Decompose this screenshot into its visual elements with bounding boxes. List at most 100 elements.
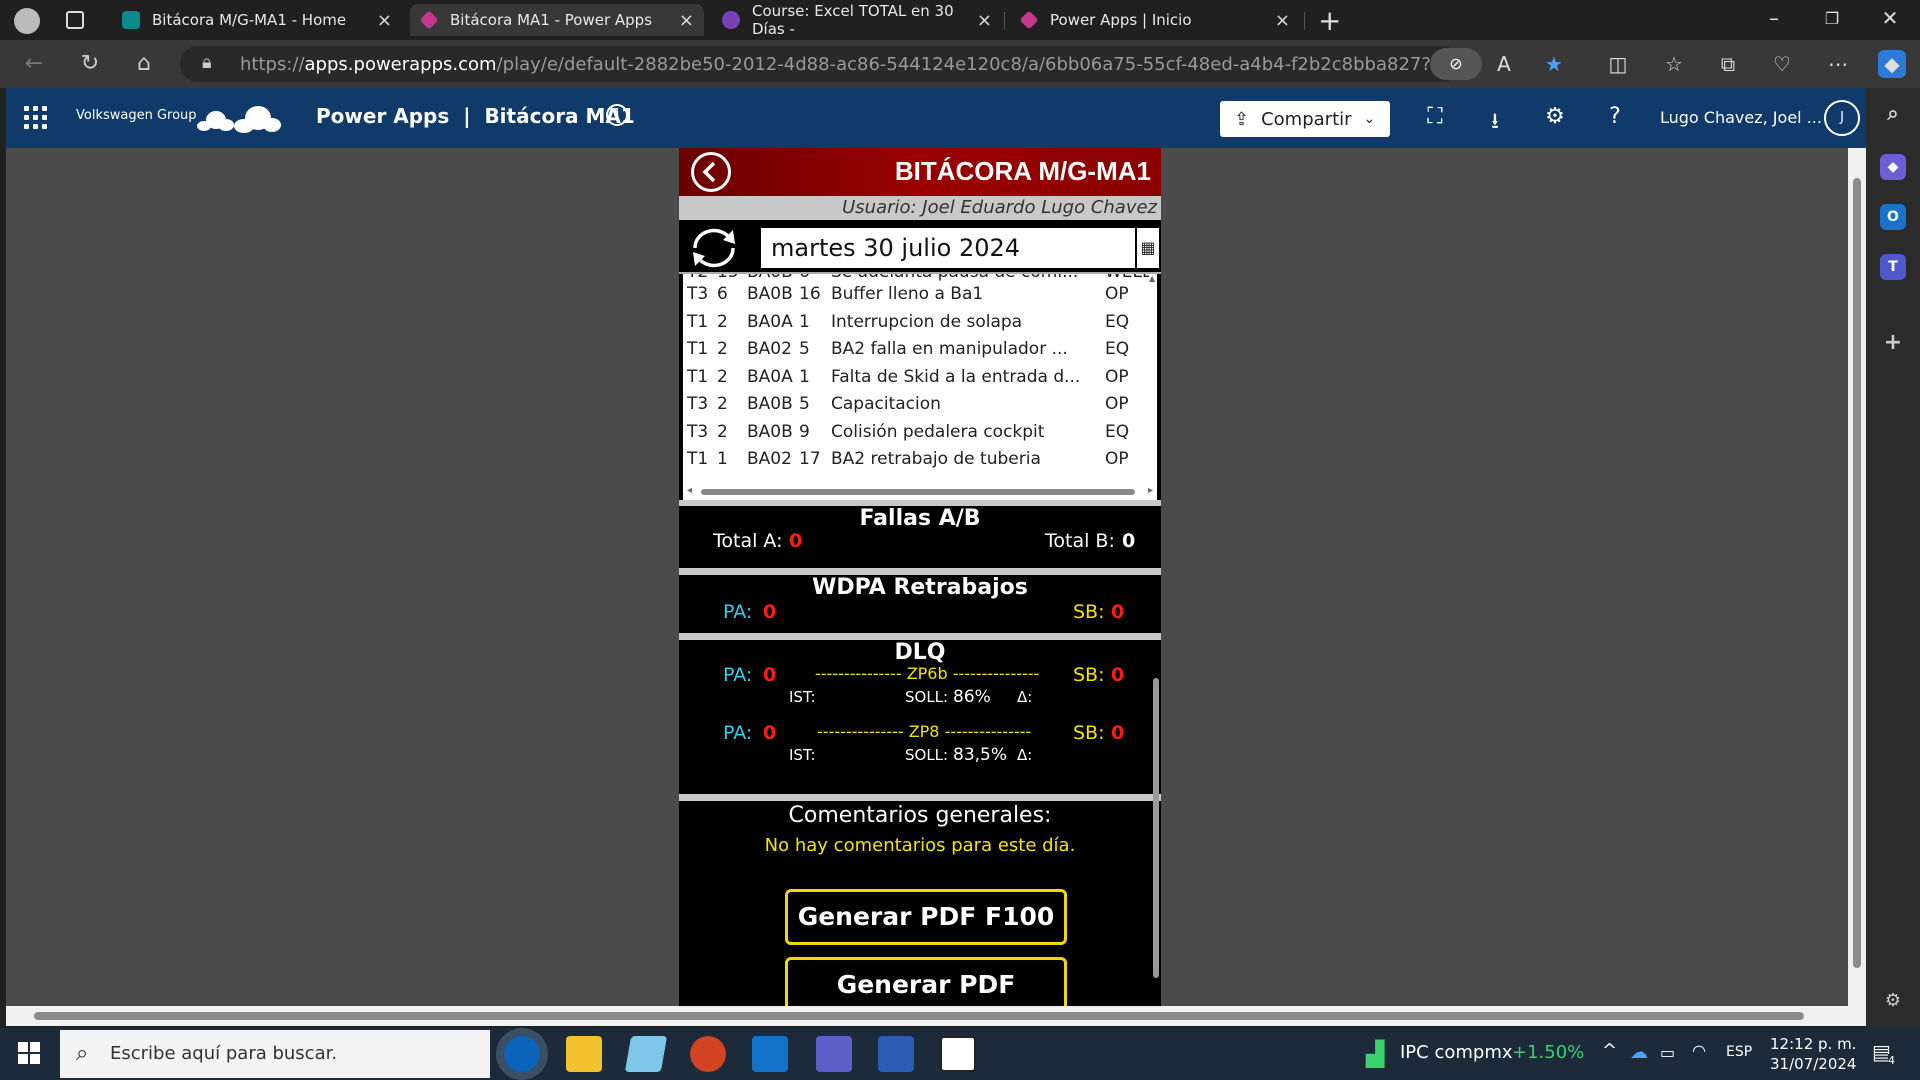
list-item[interactable]: T1 2 BA0A 1 Interrupcion de solapa EQ xyxy=(683,312,1149,339)
teams-icon[interactable]: T xyxy=(1880,254,1906,280)
close-icon[interactable]: × xyxy=(679,10,694,31)
info-icon[interactable]: i xyxy=(606,104,628,126)
search-placeholder: Escribe aquí para buscar. xyxy=(110,1043,338,1064)
divider xyxy=(679,794,1161,801)
list-item[interactable]: T3 2 BA0B 5 Capacitacion OP xyxy=(683,394,1149,421)
scroll-thumb[interactable] xyxy=(701,489,1135,495)
split-screen-icon[interactable]: ◫ xyxy=(1604,50,1632,78)
date-picker-input[interactable]: martes 30 julio 2024 xyxy=(761,228,1135,268)
generate-pdf-bitacora-button[interactable]: Generar PDF Bitácora xyxy=(785,957,1067,1006)
sidebar-settings-icon[interactable]: ⚙ xyxy=(1880,988,1906,1014)
collections-icon[interactable]: ⧉ xyxy=(1714,50,1742,78)
download-icon[interactable]: ⭳ xyxy=(1480,104,1510,142)
tab-bitacora-powerapps[interactable]: Bitácora MA1 - Power Apps × xyxy=(410,4,704,36)
list-item[interactable]: T3 2 BA0B 9 Colisión pedalera cockpit EQ xyxy=(683,422,1149,449)
copilot-icon[interactable]: ◆ xyxy=(1878,50,1906,78)
tab-course-excel[interactable]: Course: Excel TOTAL en 30 Días - × xyxy=(712,2,1002,38)
restore-icon[interactable]: ❐ xyxy=(1812,9,1852,28)
battery-icon[interactable]: ▭ xyxy=(1660,1043,1675,1062)
close-icon[interactable]: × xyxy=(977,10,992,31)
tab-powerapps-inicio[interactable]: Power Apps | Inicio × xyxy=(1010,4,1300,36)
app-launcher-icon[interactable] xyxy=(24,106,48,130)
fit-to-window-icon[interactable]: ⛶ xyxy=(1420,104,1450,129)
settings-gear-icon[interactable]: ⚙ xyxy=(1540,104,1570,129)
cell-type: WELD xyxy=(1105,274,1155,282)
list-item[interactable]: T1 2 BA02 5 BA2 falla en manipulador ... EQ xyxy=(683,339,1149,366)
share-button[interactable]: ⇪ Compartir ⌄ xyxy=(1220,101,1390,137)
scroll-left-icon[interactable]: ◂ xyxy=(687,485,692,496)
clock[interactable]: 12:12 p. m. 31/07/2024 xyxy=(1770,1034,1856,1074)
close-icon[interactable]: × xyxy=(377,10,392,31)
window-close-icon[interactable]: ✕ xyxy=(1870,6,1910,30)
horizontal-scrollbar[interactable] xyxy=(6,1006,1866,1026)
favorites-icon[interactable]: ☆ xyxy=(1660,50,1688,78)
teams-app-icon[interactable] xyxy=(816,1036,852,1072)
scroll-thumb[interactable] xyxy=(34,1012,1804,1020)
file-explorer-icon[interactable] xyxy=(566,1036,602,1072)
windows-start-icon[interactable] xyxy=(18,1042,40,1064)
scroll-thumb[interactable] xyxy=(1853,178,1861,968)
refresh-icon[interactable]: ↻ xyxy=(74,48,106,80)
notes-app-icon[interactable] xyxy=(624,1036,668,1072)
zp6b-name: --------------- ZP6b --------------- xyxy=(815,664,1040,683)
tab-title: Bitácora M/G-MA1 - Home xyxy=(152,11,347,29)
search-icon[interactable]: ⌕ xyxy=(1880,100,1906,126)
list-item[interactable]: T1 1 BA02 17 BA2 retrabajo de tuberia OP xyxy=(683,449,1149,476)
cell-min: 17 xyxy=(799,449,821,469)
favorite-star-icon[interactable]: ★ xyxy=(1540,50,1568,78)
events-gallery[interactable]: T2 15 BA0B 6 Se adelanta pausa de comi..… xyxy=(683,274,1157,500)
powerpoint-icon[interactable] xyxy=(690,1036,726,1072)
cell-num: 2 xyxy=(717,339,728,359)
close-icon[interactable]: × xyxy=(1275,10,1290,31)
gallery-vscroll[interactable]: ▲ xyxy=(1149,274,1157,484)
zp8-sb-value: 0 xyxy=(1111,722,1125,744)
photos-icon[interactable] xyxy=(940,1036,976,1072)
generate-pdf-f100-button[interactable]: Generar PDF F100 xyxy=(785,889,1067,945)
refresh-icon[interactable] xyxy=(687,226,741,270)
edge-app-icon[interactable] xyxy=(504,1036,540,1072)
scroll-right-icon[interactable]: ▸ xyxy=(1148,485,1153,496)
total-b-label: Total B: xyxy=(1045,530,1115,552)
cloud-logo-icon xyxy=(197,106,281,133)
tab-bitacora-home[interactable]: Bitácora M/G-MA1 - Home × xyxy=(112,4,402,36)
onedrive-icon[interactable]: ☁ xyxy=(1630,1042,1648,1063)
avatar[interactable]: J xyxy=(1824,100,1860,136)
profile-icon[interactable] xyxy=(14,8,40,34)
sharepoint-icon xyxy=(122,11,140,29)
vertical-scrollbar[interactable] xyxy=(1848,148,1866,1006)
list-item[interactable]: T3 6 BA0B 16 Buffer lleno a Ba1 OP xyxy=(683,284,1149,311)
outlook-icon[interactable]: O xyxy=(1880,204,1906,230)
back-icon[interactable]: ← xyxy=(18,48,50,80)
more-icon[interactable]: ⋯ xyxy=(1824,50,1852,78)
back-button[interactable] xyxy=(691,152,731,192)
read-aloud-icon[interactable]: A xyxy=(1490,50,1518,78)
calendar-icon[interactable]: ▦ xyxy=(1137,228,1159,268)
taskbar-search-input[interactable]: ⌕ Escribe aquí para buscar. xyxy=(60,1030,490,1078)
home-icon[interactable]: ⌂ xyxy=(128,48,160,80)
list-item[interactable]: T1 2 BA0A 1 Falta de Skid a la entrada d... O… xyxy=(683,367,1149,394)
tracking-prevention-icon[interactable]: ⊘ xyxy=(1430,48,1482,80)
tab-actions-icon[interactable] xyxy=(66,11,84,29)
copilot-sidebar-icon[interactable]: ◆ xyxy=(1880,154,1906,180)
address-input[interactable]: 🔒︎ https://apps.powerapps.com/play/e/def… xyxy=(180,46,1460,82)
outlook-app-icon[interactable] xyxy=(752,1036,788,1072)
cell-num: 6 xyxy=(717,284,728,304)
zp8-pa-label: PA: xyxy=(723,722,753,744)
wdpa-pa-label: PA: xyxy=(723,601,753,623)
scroll-up-icon[interactable]: ▲ xyxy=(1149,274,1155,283)
cell-num: 2 xyxy=(717,421,728,442)
wifi-icon[interactable]: ◠ xyxy=(1692,1041,1706,1060)
word-icon[interactable] xyxy=(878,1036,914,1072)
help-icon[interactable]: ? xyxy=(1600,104,1630,129)
new-tab-icon[interactable]: + xyxy=(1318,4,1341,37)
cell-num: 2 xyxy=(717,311,728,332)
add-icon[interactable]: + xyxy=(1880,330,1906,356)
browser-essentials-icon[interactable]: ♡ xyxy=(1768,50,1796,78)
gallery-hscroll[interactable]: ◂ ▸ xyxy=(683,484,1157,500)
language-indicator[interactable]: ESP xyxy=(1726,1044,1752,1060)
ticker-name[interactable]: IPC compmx xyxy=(1400,1042,1513,1063)
app-scrollbar[interactable] xyxy=(1153,678,1159,978)
cell-num: 2 xyxy=(717,394,728,414)
minimize-icon[interactable]: – xyxy=(1754,6,1794,30)
chevron-up-icon[interactable]: ^ xyxy=(1602,1040,1617,1061)
